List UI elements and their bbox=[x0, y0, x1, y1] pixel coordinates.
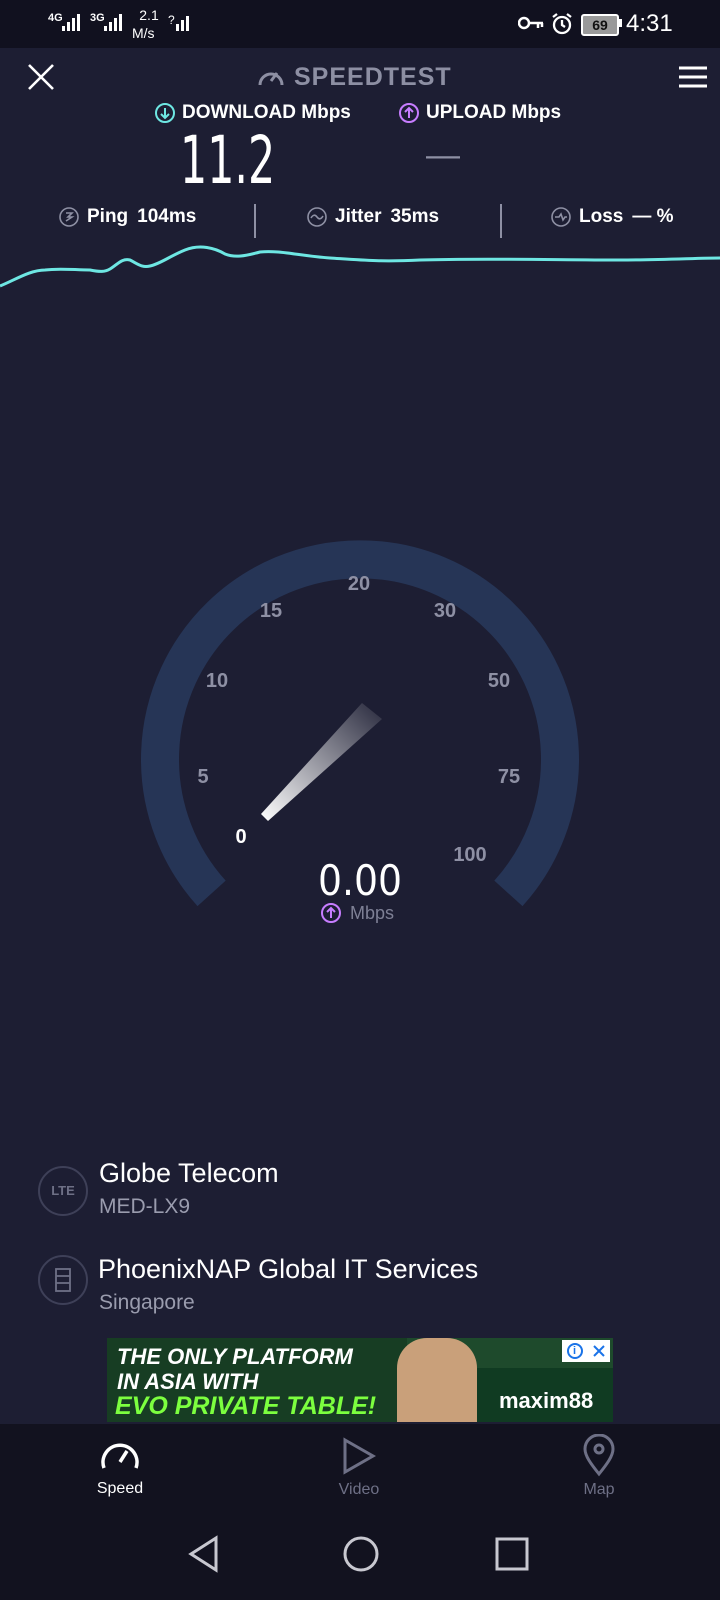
gauge-tick-20: 20 bbox=[347, 573, 371, 595]
ad-close-icon[interactable] bbox=[592, 1344, 606, 1358]
gauge-unit-text: Mbps bbox=[350, 902, 395, 923]
jitter-icon bbox=[307, 207, 327, 227]
alarm-icon bbox=[552, 13, 572, 35]
speedometer-icon bbox=[101, 1443, 139, 1469]
battery-icon: 69 bbox=[581, 14, 619, 36]
gauge-tick-75: 75 bbox=[497, 766, 521, 788]
loss-icon bbox=[551, 207, 571, 227]
signal-icon-2 bbox=[104, 14, 122, 31]
bottom-tab-bar: Speed Video Map bbox=[0, 1424, 720, 1510]
ad-brand: maxim88 bbox=[499, 1388, 594, 1413]
download-value: 11.2 bbox=[180, 122, 276, 199]
ping-label: Ping bbox=[87, 206, 129, 227]
ad-info-icon[interactable]: i bbox=[566, 1343, 583, 1359]
lte-icon: LTE bbox=[38, 1166, 88, 1216]
svg-text:?: ? bbox=[168, 13, 175, 27]
ad-line-3: EVO PRIVATE TABLE! bbox=[115, 1392, 377, 1420]
close-icon[interactable] bbox=[26, 62, 56, 92]
server-name[interactable]: PhoenixNAP Global IT Services bbox=[98, 1254, 478, 1285]
battery-level: 69 bbox=[592, 17, 608, 33]
server-icon bbox=[38, 1255, 88, 1305]
gauge-unit: Mbps bbox=[320, 902, 394, 924]
jitter-metric: Jitter 35ms bbox=[306, 206, 439, 228]
ad-banner[interactable]: THE ONLY PLATFORM IN ASIA WITH EVO PRIVA… bbox=[107, 1338, 613, 1422]
ping-value: 104ms bbox=[137, 206, 197, 227]
upload-label: UPLOAD Mbps bbox=[398, 102, 561, 124]
jitter-value: 35ms bbox=[390, 206, 440, 227]
net-speed-unit: M/s bbox=[132, 25, 155, 41]
home-icon[interactable] bbox=[341, 1534, 381, 1574]
app-title-text: SPEEDTEST bbox=[294, 62, 452, 91]
ping-icon bbox=[59, 207, 79, 227]
play-icon bbox=[343, 1437, 377, 1475]
battery-tip bbox=[619, 19, 622, 27]
ad-image bbox=[397, 1338, 477, 1422]
recents-icon[interactable] bbox=[494, 1536, 530, 1572]
lte-icon-label: LTE bbox=[51, 1183, 75, 1198]
gauge-tick-0: 0 bbox=[235, 826, 247, 848]
upload-arrow-icon bbox=[399, 103, 419, 123]
system-nav-bar bbox=[0, 1510, 720, 1600]
upload-label-text: UPLOAD Mbps bbox=[426, 102, 562, 123]
gauge-tick-50: 50 bbox=[487, 670, 511, 692]
divider bbox=[500, 204, 502, 238]
gauge-tick-30: 30 bbox=[433, 600, 457, 622]
clock: 4:31 bbox=[626, 10, 673, 37]
download-label-text: DOWNLOAD Mbps bbox=[182, 102, 351, 123]
tab-speed-label: Speed bbox=[96, 1480, 144, 1497]
loss-value: — % bbox=[632, 206, 674, 227]
upload-arrow-icon bbox=[321, 903, 341, 923]
vpn-key-icon bbox=[518, 16, 544, 30]
gauge-needle bbox=[261, 703, 382, 821]
ping-metric: Ping 104ms bbox=[58, 206, 196, 228]
divider bbox=[254, 204, 256, 238]
gauge-tick-5: 5 bbox=[197, 766, 209, 788]
provider-name[interactable]: Globe Telecom bbox=[99, 1158, 279, 1189]
gauge-tick-15: 15 bbox=[259, 600, 283, 622]
server-location: Singapore bbox=[99, 1291, 195, 1314]
tab-map[interactable]: Map bbox=[539, 1424, 659, 1510]
wifi-signal-icon: ? bbox=[168, 13, 189, 31]
speed-graph bbox=[0, 245, 720, 288]
tab-map-label: Map bbox=[583, 1481, 615, 1498]
loss-label: Loss bbox=[579, 206, 624, 227]
loss-metric: Loss — % bbox=[550, 206, 674, 228]
app-title: SPEEDTEST bbox=[256, 62, 452, 92]
ad-line-1: THE ONLY PLATFORM bbox=[117, 1344, 353, 1369]
tab-video-label: Video bbox=[338, 1481, 380, 1498]
tab-speed[interactable]: Speed bbox=[60, 1424, 180, 1510]
menu-icon[interactable] bbox=[677, 65, 709, 89]
signal-icon bbox=[62, 14, 80, 31]
map-pin-icon bbox=[583, 1434, 615, 1477]
back-icon[interactable] bbox=[186, 1534, 222, 1574]
upload-value: — bbox=[426, 136, 460, 174]
download-label: DOWNLOAD Mbps bbox=[154, 102, 351, 124]
net-speed-value: 2.1 bbox=[139, 7, 159, 23]
tab-video[interactable]: Video bbox=[299, 1424, 419, 1510]
gauge-reading: 0.00 bbox=[317, 856, 403, 905]
gauge-tick-10: 10 bbox=[205, 670, 229, 692]
gauge-tick-100: 100 bbox=[453, 844, 487, 866]
ad-controls[interactable]: i bbox=[562, 1340, 610, 1362]
speedometer-icon bbox=[258, 72, 284, 86]
download-arrow-icon bbox=[155, 103, 175, 123]
jitter-label: Jitter bbox=[335, 206, 382, 227]
device-name: MED-LX9 bbox=[99, 1195, 191, 1218]
status-bar: 4G 3G 2.1 M/s ? 69 4:31 bbox=[0, 0, 720, 48]
